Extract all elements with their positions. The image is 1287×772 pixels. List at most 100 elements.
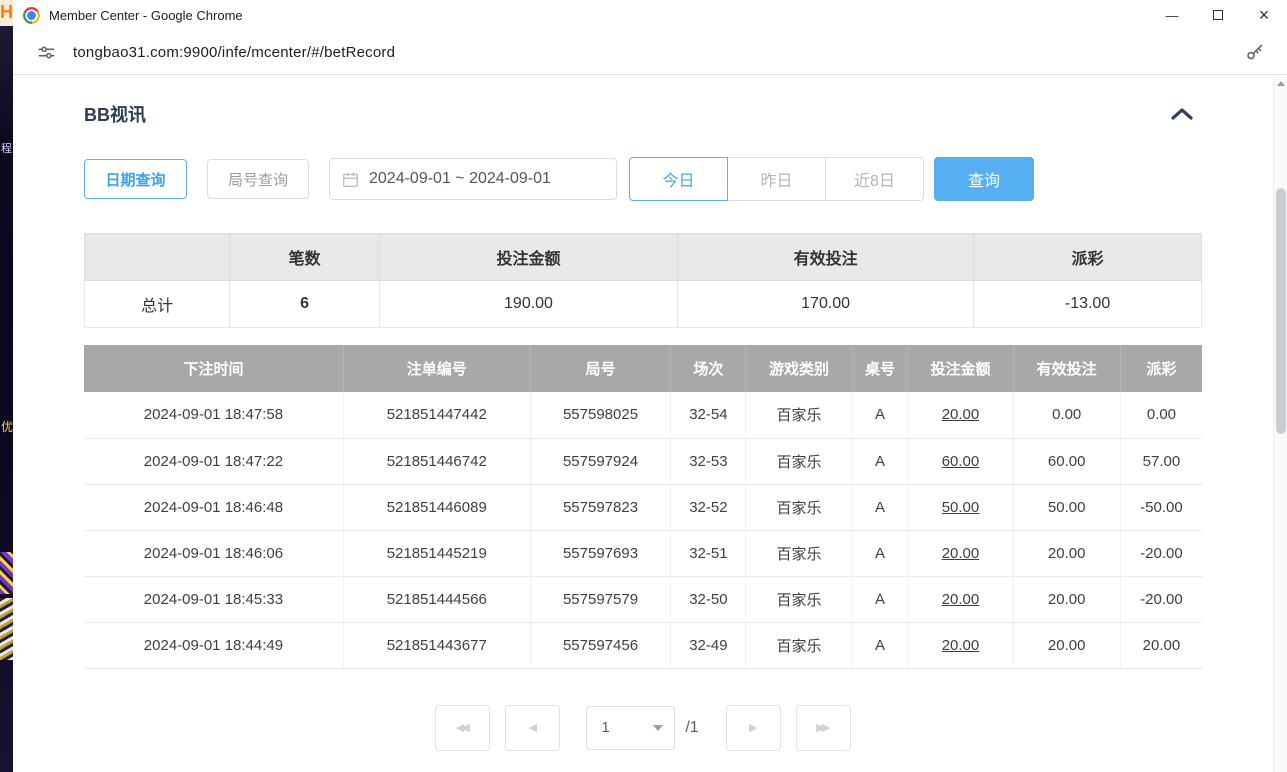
search-button[interactable]: 查询 — [934, 157, 1034, 201]
tune-icon[interactable] — [35, 41, 57, 63]
bet-time-cell: 2024-09-01 18:44:49 — [84, 622, 343, 668]
payout-cell: 57.00 — [1120, 438, 1202, 484]
table-no-cell: A — [852, 530, 908, 576]
collapse-chevron-icon[interactable] — [1170, 107, 1194, 121]
payout-cell: 20.00 — [1120, 622, 1202, 668]
summary-header-row: 笔数 投注金额 有效投注 派彩 — [85, 234, 1202, 281]
table-row: 2024-09-01 18:47:58 521851447442 5575980… — [84, 392, 1202, 438]
date-range-input[interactable]: 2024-09-01 ~ 2024-09-01 — [329, 158, 617, 200]
maximize-icon — [1213, 10, 1223, 20]
password-key-icon[interactable] — [1244, 42, 1265, 63]
round-no-cell: 557598025 — [530, 392, 671, 438]
table-no-cell: A — [852, 438, 908, 484]
summary-table: 笔数 投注金额 有效投注 派彩 总计 6 190.00 170.00 -13.0… — [84, 233, 1202, 328]
valid-bet-cell: 60.00 — [1013, 438, 1120, 484]
payout-cell: 0.00 — [1120, 392, 1202, 438]
summary-header-cell: 派彩 — [974, 234, 1202, 281]
bet-time-cell: 2024-09-01 18:46:48 — [84, 484, 343, 530]
window-title: Member Center - Google Chrome — [49, 8, 243, 23]
next-page-button[interactable]: ▶ — [726, 705, 781, 751]
summary-total-label: 总计 — [85, 281, 230, 328]
last-page-button[interactable]: ▶▶ — [796, 705, 851, 751]
table-row: 2024-09-01 18:46:06 521851445219 5575976… — [84, 530, 1202, 576]
payout-cell: -20.00 — [1120, 576, 1202, 622]
game-type-cell: 百家乐 — [746, 530, 852, 576]
table-header-row: 下注时间 注单编号 局号 场次 游戏类别 桌号 投注金额 有效投注 派彩 — [84, 345, 1202, 392]
round-no-cell: 557597456 — [530, 622, 671, 668]
table-row: 2024-09-01 18:44:49 521851443677 5575974… — [84, 622, 1202, 668]
background-fragment: 优 — [1, 418, 13, 435]
bet-record-page: BB视讯 日期查询 局号查询 2024-09-01 ~ 2024-09-01 — [13, 75, 1287, 772]
summary-header-cell: 有效投注 — [678, 234, 974, 281]
round-no-cell: 557597693 — [530, 530, 671, 576]
page-select-value: 1 — [601, 719, 609, 736]
bet-amount-link[interactable]: 20.00 — [908, 392, 1013, 438]
last-8-days-button[interactable]: 近8日 — [825, 157, 924, 201]
yesterday-button[interactable]: 昨日 — [727, 157, 826, 201]
bet-amount-link[interactable]: 20.00 — [908, 576, 1013, 622]
background-window-strip: H 程 优 — [0, 0, 13, 772]
bet-no-cell: 521851445219 — [343, 530, 530, 576]
valid-bet-cell: 20.00 — [1013, 530, 1120, 576]
header-bet-amount: 投注金额 — [908, 345, 1013, 392]
close-button[interactable]: × — [1241, 0, 1287, 30]
table-row: 2024-09-01 18:47:22 521851446742 5575979… — [84, 438, 1202, 484]
game-type-cell: 百家乐 — [746, 576, 852, 622]
page-title: BB视讯 — [84, 101, 146, 127]
bet-no-cell: 521851446742 — [343, 438, 530, 484]
header-bet-time: 下注时间 — [84, 345, 343, 392]
bet-amount-link[interactable]: 20.00 — [908, 530, 1013, 576]
date-query-button[interactable]: 日期查询 — [84, 159, 187, 199]
header-bet-no: 注单编号 — [343, 345, 530, 392]
section-header: BB视讯 — [84, 101, 1202, 127]
window-controls: — × — [1149, 0, 1287, 30]
first-page-button[interactable]: ◀◀ — [435, 705, 490, 751]
session-cell: 32-52 — [671, 484, 746, 530]
session-cell: 32-51 — [671, 530, 746, 576]
table-no-cell: A — [852, 576, 908, 622]
summary-header-cell — [85, 234, 230, 281]
date-range-value: 2024-09-01 ~ 2024-09-01 — [369, 170, 551, 188]
summary-header-cell: 笔数 — [230, 234, 380, 281]
bet-no-cell: 521851447442 — [343, 392, 530, 438]
session-cell: 32-50 — [671, 576, 746, 622]
payout-cell: -20.00 — [1120, 530, 1202, 576]
address-bar-row: tongbao31.com:9900/infe/mcenter/#/betRec… — [13, 30, 1287, 75]
bet-records-table: 下注时间 注单编号 局号 场次 游戏类别 桌号 投注金额 有效投注 派彩 202… — [84, 345, 1202, 669]
bet-time-cell: 2024-09-01 18:47:58 — [84, 392, 343, 438]
table-row: 2024-09-01 18:46:48 521851446089 5575978… — [84, 484, 1202, 530]
round-query-button[interactable]: 局号查询 — [207, 159, 309, 199]
vertical-scrollbar[interactable] — [1273, 76, 1287, 772]
header-game-type: 游戏类别 — [746, 345, 852, 392]
minimize-button[interactable]: — — [1149, 0, 1195, 30]
calendar-icon — [342, 171, 359, 188]
session-cell: 32-54 — [671, 392, 746, 438]
valid-bet-cell: 20.00 — [1013, 576, 1120, 622]
scrollbar-thumb[interactable] — [1276, 188, 1286, 434]
valid-bet-cell: 50.00 — [1013, 484, 1120, 530]
page-select[interactable]: 1 — [586, 706, 675, 750]
bet-amount-link[interactable]: 20.00 — [908, 622, 1013, 668]
valid-bet-cell: 20.00 — [1013, 622, 1120, 668]
url-text[interactable]: tongbao31.com:9900/infe/mcenter/#/betRec… — [73, 44, 395, 61]
today-button[interactable]: 今日 — [629, 157, 728, 201]
bet-time-cell: 2024-09-01 18:47:22 — [84, 438, 343, 484]
round-no-cell: 557597579 — [530, 576, 671, 622]
scroll-up-arrow-icon[interactable] — [1274, 76, 1287, 91]
background-fragment: 程 — [1, 140, 12, 156]
game-type-cell: 百家乐 — [746, 438, 852, 484]
filter-toolbar: 日期查询 局号查询 2024-09-01 ~ 2024-09-01 今日 昨日 … — [84, 157, 1202, 201]
maximize-button[interactable] — [1195, 0, 1241, 30]
bet-amount-link[interactable]: 50.00 — [908, 484, 1013, 530]
bet-amount-link[interactable]: 60.00 — [908, 438, 1013, 484]
prev-page-button[interactable]: ◀ — [505, 705, 560, 751]
game-type-cell: 百家乐 — [746, 392, 852, 438]
summary-count: 6 — [230, 281, 380, 328]
valid-bet-cell: 0.00 — [1013, 392, 1120, 438]
table-no-cell: A — [852, 392, 908, 438]
round-no-cell: 557597924 — [530, 438, 671, 484]
payout-cell: -50.00 — [1120, 484, 1202, 530]
bet-time-cell: 2024-09-01 18:45:33 — [84, 576, 343, 622]
background-noise — [0, 598, 13, 660]
background-noise — [0, 552, 13, 594]
